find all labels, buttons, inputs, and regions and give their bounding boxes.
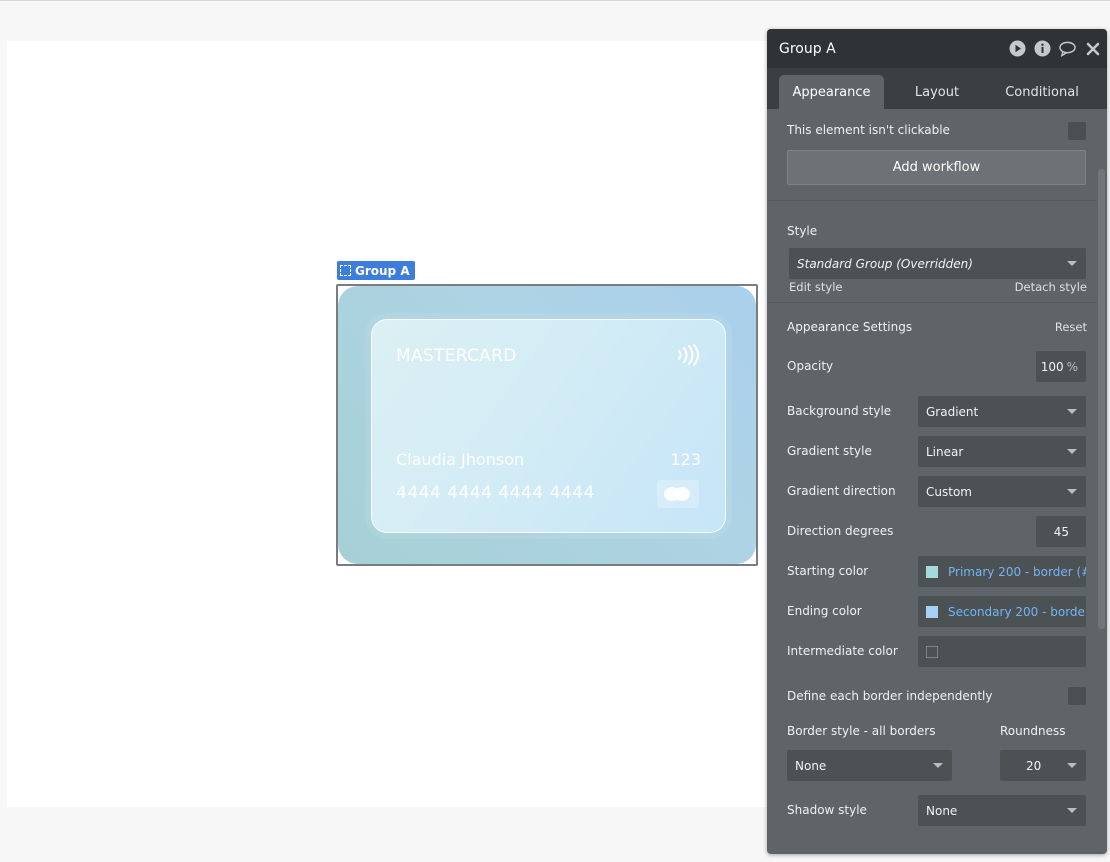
background-style-dropdown[interactable]: Gradient — [918, 396, 1086, 427]
card-cvv: 123 — [670, 450, 701, 469]
detach-style-link[interactable]: Detach style — [1015, 280, 1087, 294]
roundness-dropdown[interactable]: 20 — [1000, 750, 1086, 781]
card-number: 4444 4444 4444 4444 — [396, 483, 595, 503]
gradient-style-label: Gradient style — [787, 444, 872, 458]
gradient-style-dropdown[interactable]: Linear — [918, 436, 1086, 467]
opacity-label: Opacity — [787, 359, 834, 373]
define-borders-label: Define each border independently — [787, 689, 993, 703]
define-borders-checkbox[interactable] — [1068, 687, 1086, 705]
starting-color-label: Starting color — [787, 564, 869, 578]
opacity-unit: % — [1066, 359, 1078, 374]
chevron-down-icon — [1067, 763, 1077, 768]
info-icon[interactable] — [1034, 40, 1051, 57]
card-holder-name: Claudia Jhonson — [396, 450, 525, 469]
intermediate-color-swatch — [926, 645, 938, 658]
group-icon — [340, 265, 351, 276]
direction-degrees-input[interactable]: 45 — [1036, 516, 1086, 547]
gradient-direction-value: Custom — [926, 484, 972, 499]
direction-degrees-label: Direction degrees — [787, 524, 894, 538]
top-border — [0, 0, 1110, 1]
gradient-style-value: Linear — [926, 444, 964, 459]
contactless-icon — [678, 344, 699, 366]
intermediate-color-label: Intermediate color — [787, 644, 898, 658]
chevron-down-icon — [1067, 489, 1077, 494]
group-a-element[interactable]: MASTERCARD Claudia Jhonson 123 4444 4444… — [336, 284, 758, 566]
divider — [767, 302, 1097, 303]
appearance-settings-label: Appearance Settings — [787, 320, 913, 334]
chevron-down-icon — [1067, 261, 1077, 266]
panel-tabs: Appearance Layout Conditional — [767, 68, 1107, 109]
gradient-direction-dropdown[interactable]: Custom — [918, 476, 1086, 507]
starting-color-value: Primary 200 - border (#B — [948, 564, 1086, 579]
panel-header[interactable]: Group A — [767, 29, 1107, 68]
add-workflow-button[interactable]: Add workflow — [787, 150, 1086, 185]
border-style-value: None — [795, 758, 827, 773]
style-dropdown-value: Standard Group (Overridden) — [797, 256, 973, 271]
panel-title: Group A — [779, 40, 836, 57]
shadow-style-value: None — [926, 803, 958, 818]
tab-appearance[interactable]: Appearance — [779, 75, 884, 109]
panel-scrollbar[interactable] — [1098, 169, 1105, 629]
comment-icon[interactable] — [1059, 40, 1076, 57]
mastercard-logo-icon — [657, 480, 699, 508]
style-label: Style — [787, 224, 818, 238]
opacity-value: 100 — [1040, 359, 1064, 374]
play-icon[interactable] — [1009, 40, 1026, 57]
ending-color-label: Ending color — [787, 604, 862, 618]
chevron-down-icon — [1067, 808, 1077, 813]
starting-color-picker[interactable]: Primary 200 - border (#B — [918, 556, 1086, 587]
ending-color-picker[interactable]: Secondary 200 - borders — [918, 596, 1086, 627]
background-style-label: Background style — [787, 404, 892, 418]
background-style-value: Gradient — [926, 404, 979, 419]
not-clickable-checkbox[interactable] — [1068, 122, 1086, 140]
shadow-style-dropdown[interactable]: None — [918, 795, 1086, 826]
opacity-input[interactable]: 100 % — [1036, 351, 1086, 382]
style-dropdown[interactable]: Standard Group (Overridden) — [789, 248, 1086, 279]
ending-color-swatch — [926, 605, 938, 618]
direction-degrees-value: 45 — [1053, 524, 1069, 539]
credit-card[interactable]: MASTERCARD Claudia Jhonson 123 4444 4444… — [371, 319, 726, 533]
tab-conditional[interactable]: Conditional — [992, 75, 1092, 109]
chevron-down-icon — [933, 763, 943, 768]
roundness-value: 20 — [1026, 758, 1042, 773]
close-icon[interactable] — [1084, 40, 1101, 57]
border-style-label: Border style - all borders — [787, 724, 936, 738]
reset-link[interactable]: Reset — [1055, 320, 1087, 334]
tab-layout[interactable]: Layout — [887, 75, 987, 109]
selection-label[interactable]: Group A — [337, 261, 415, 280]
property-editor-panel: Group A Appearance Layout Conditional Th… — [767, 29, 1107, 854]
border-style-dropdown[interactable]: None — [787, 750, 952, 781]
card-brand: MASTERCARD — [396, 346, 517, 366]
selection-label-text: Group A — [355, 263, 410, 278]
ending-color-value: Secondary 200 - borders — [948, 604, 1086, 619]
divider — [767, 200, 1097, 201]
intermediate-color-picker[interactable] — [918, 636, 1086, 667]
not-clickable-label: This element isn't clickable — [787, 123, 950, 137]
shadow-style-label: Shadow style — [787, 803, 867, 817]
roundness-label: Roundness — [1000, 724, 1066, 738]
chevron-down-icon — [1067, 449, 1077, 454]
gradient-direction-label: Gradient direction — [787, 484, 896, 498]
starting-color-swatch — [926, 565, 938, 578]
chevron-down-icon — [1067, 409, 1077, 414]
edit-style-link[interactable]: Edit style — [789, 280, 843, 294]
